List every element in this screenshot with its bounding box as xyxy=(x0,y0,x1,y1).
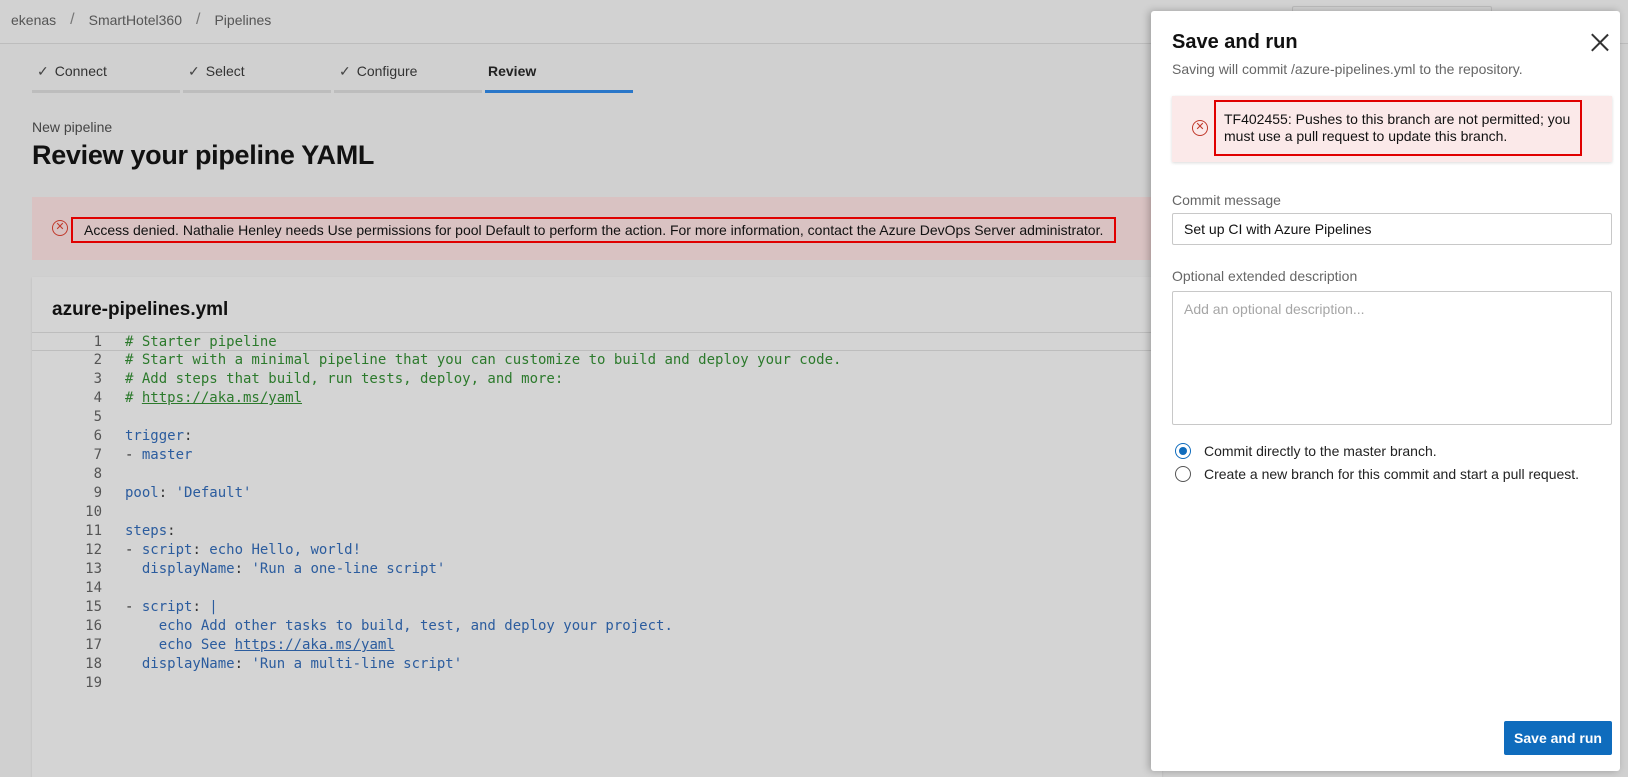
code-line[interactable]: 17 echo See https://aka.ms/yaml xyxy=(32,636,1162,655)
error-circle-icon: ✕ xyxy=(52,220,68,236)
line-number: 11 xyxy=(85,523,102,539)
line-number: 18 xyxy=(85,656,102,672)
check-icon: ✓ xyxy=(339,63,351,79)
line-text: # https://aka.ms/yaml xyxy=(125,390,303,406)
line-number: 5 xyxy=(93,409,102,425)
breadcrumb-separator: / xyxy=(70,11,75,28)
commit-message-input[interactable] xyxy=(1172,213,1612,245)
panel-error-banner: ✕ TF402455: Pushes to this branch are no… xyxy=(1172,96,1612,162)
line-text: trigger: xyxy=(125,428,193,444)
save-and-run-panel: Save and run Saving will commit /azure-p… xyxy=(1151,11,1620,771)
line-number: 9 xyxy=(93,485,102,501)
line-text: - script: | xyxy=(125,599,218,615)
wizard-step-configure[interactable]: ✓ Configure xyxy=(334,60,482,93)
line-text: steps: xyxy=(125,523,176,539)
wizard-step-label: Select xyxy=(205,63,245,79)
line-number: 2 xyxy=(93,352,102,368)
code-line[interactable]: 18 displayName: 'Run a multi-line script… xyxy=(32,655,1162,674)
code-line[interactable]: 16 echo Add other tasks to build, test, … xyxy=(32,617,1162,636)
code-line[interactable]: 11 steps: xyxy=(32,522,1162,541)
line-number: 1 xyxy=(93,334,102,350)
panel-error-message: TF402455: Pushes to this branch are not … xyxy=(1214,100,1582,156)
wizard-steps: ✓ Connect ✓ Select ✓ Configure Review xyxy=(32,60,636,93)
wizard-step-connect[interactable]: ✓ Connect xyxy=(32,60,180,93)
code-line[interactable]: 5 xyxy=(32,408,1162,427)
line-number: 4 xyxy=(93,390,102,406)
code-line[interactable]: 19 xyxy=(32,674,1162,693)
wizard-step-label: Configure xyxy=(356,63,418,79)
code-line[interactable]: 14 xyxy=(32,579,1162,598)
code-line[interactable]: 13 displayName: 'Run a one-line script' xyxy=(32,560,1162,579)
line-text: # Add steps that build, run tests, deplo… xyxy=(125,371,564,387)
code-line[interactable]: 8 xyxy=(32,465,1162,484)
error-banner: ✕ Access denied. Nathalie Henley needs U… xyxy=(32,197,1152,260)
breadcrumb-project[interactable]: SmartHotel360 xyxy=(89,12,182,28)
line-number: 12 xyxy=(85,542,102,558)
wizard-step-label: Review xyxy=(488,63,537,79)
panel-subtitle: Saving will commit /azure-pipelines.yml … xyxy=(1172,61,1523,77)
line-number: 16 xyxy=(85,618,102,634)
code-line[interactable]: 9 pool: 'Default' xyxy=(32,484,1162,503)
commit-message-label: Commit message xyxy=(1172,192,1281,208)
code-line[interactable]: 6 trigger: xyxy=(32,427,1162,446)
radio-commit-direct[interactable]: Commit directly to the master branch. xyxy=(1175,443,1437,459)
check-icon: ✓ xyxy=(188,63,200,79)
error-message: Access denied. Nathalie Henley needs Use… xyxy=(71,217,1117,243)
page-subtitle: New pipeline xyxy=(32,119,113,135)
code-line[interactable]: 3 # Add steps that build, run tests, depl… xyxy=(32,370,1162,389)
breadcrumb-org[interactable]: ekenas xyxy=(11,12,56,28)
panel-title: Save and run xyxy=(1172,31,1298,53)
code-editor[interactable]: 1 # Starter pipeline 2 # Start with a minim… xyxy=(32,332,1162,693)
radio-label: Commit directly to the master branch. xyxy=(1204,443,1437,459)
error-circle-icon: ✕ xyxy=(1192,120,1208,136)
breadcrumb-separator: / xyxy=(196,11,201,28)
file-name: azure-pipelines.yml xyxy=(52,299,229,320)
code-line[interactable]: 1 # Starter pipeline xyxy=(32,332,1162,351)
close-icon[interactable] xyxy=(1589,31,1611,53)
line-text: # Start with a minimal pipeline that you… xyxy=(125,352,842,368)
line-text: - script: echo Hello, world! xyxy=(125,542,362,558)
line-text: pool: 'Default' xyxy=(125,485,252,501)
line-number: 10 xyxy=(85,504,102,520)
code-line[interactable]: 15 - script: | xyxy=(32,598,1162,617)
line-number: 3 xyxy=(93,371,102,387)
radio-new-branch[interactable]: Create a new branch for this commit and … xyxy=(1175,466,1579,482)
save-and-run-button[interactable]: Save and run xyxy=(1504,721,1612,755)
code-line[interactable]: 2 # Start with a minimal pipeline that yo… xyxy=(32,351,1162,370)
line-text: echo Add other tasks to build, test, and… xyxy=(125,618,673,634)
line-number: 17 xyxy=(85,637,102,653)
line-text: displayName: 'Run a one-line script' xyxy=(141,561,446,577)
line-number: 8 xyxy=(93,466,102,482)
radio-label: Create a new branch for this commit and … xyxy=(1204,466,1580,482)
line-number: 14 xyxy=(85,580,102,596)
code-line[interactable]: 10 xyxy=(32,503,1162,522)
radio-button[interactable] xyxy=(1175,466,1191,482)
yaml-editor-card: azure-pipelines.yml 1 # Starter pipeline 2… xyxy=(32,277,1162,777)
wizard-step-label: Connect xyxy=(54,63,107,79)
wizard-step-select[interactable]: ✓ Select xyxy=(183,60,331,93)
line-number: 7 xyxy=(93,447,102,463)
line-text: # Starter pipeline xyxy=(125,334,277,350)
page-title: Review your pipeline YAML xyxy=(32,140,375,170)
check-icon: ✓ xyxy=(37,63,49,79)
wizard-step-review[interactable]: Review xyxy=(485,60,633,93)
code-line[interactable]: 12 - script: echo Hello, world! xyxy=(32,541,1162,560)
line-number: 19 xyxy=(85,675,102,691)
breadcrumb-section[interactable]: Pipelines xyxy=(214,12,271,28)
line-text: - master xyxy=(125,447,193,463)
description-textarea[interactable] xyxy=(1172,291,1612,425)
line-number: 15 xyxy=(85,599,102,615)
description-label: Optional extended description xyxy=(1172,268,1358,284)
line-number: 13 xyxy=(85,561,102,577)
breadcrumb: ekenas / SmartHotel360 / Pipelines xyxy=(11,11,271,29)
line-text: echo See https://aka.ms/yaml xyxy=(125,637,395,653)
code-line[interactable]: 7 - master xyxy=(32,446,1162,465)
code-line[interactable]: 4 # https://aka.ms/yaml xyxy=(32,389,1162,408)
line-text: displayName: 'Run a multi-line script' xyxy=(141,656,463,672)
line-number: 6 xyxy=(93,428,102,444)
radio-button[interactable] xyxy=(1175,443,1191,459)
